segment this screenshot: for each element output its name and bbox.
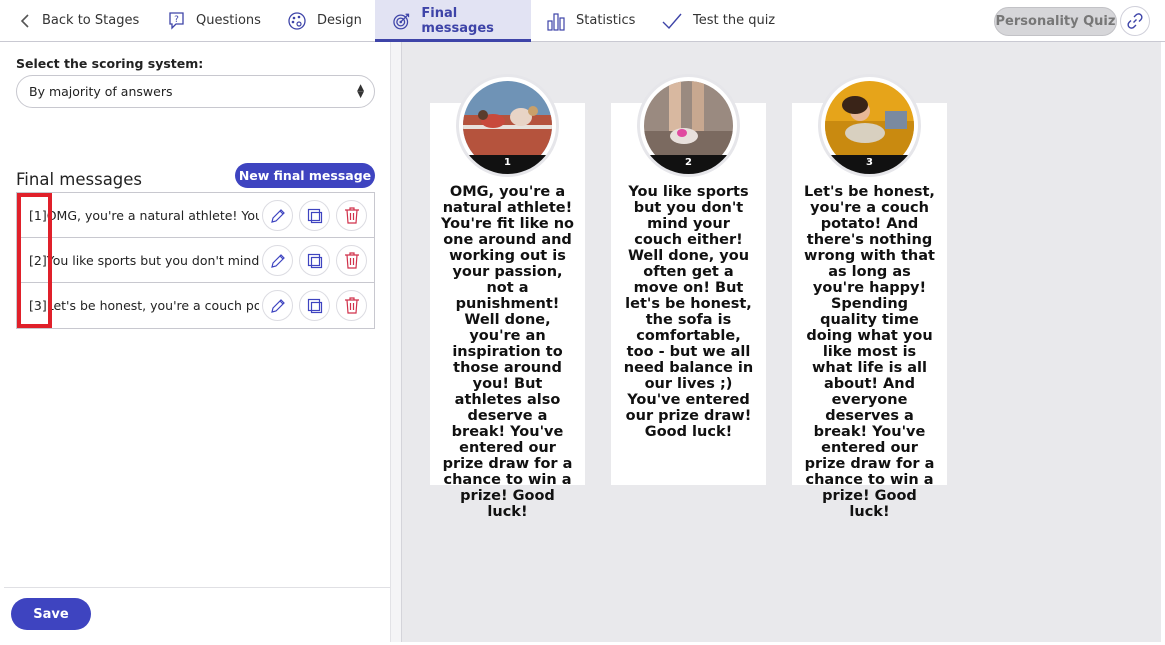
question-bubble-icon: ? (169, 12, 184, 30)
pencil-icon (270, 208, 285, 223)
duplicate-button[interactable] (299, 200, 330, 231)
message-card[interactable]: 1 OMG, you're a natural athlete! You're … (430, 74, 585, 520)
share-link-button[interactable] (1120, 6, 1150, 36)
message-card[interactable]: 2 You like sports but you don't mind you… (611, 74, 766, 485)
final-messages-heading: Final messages (16, 170, 143, 189)
delete-button[interactable] (336, 290, 367, 321)
card-image: 3 (818, 74, 921, 177)
new-final-message-button[interactable]: New final message (235, 163, 375, 188)
card-image: 1 (456, 74, 559, 177)
link-icon (1127, 13, 1143, 29)
tab-final-messages[interactable]: Final messages (375, 0, 531, 42)
quiz-type-badge: Personality Quiz (994, 7, 1117, 36)
select-arrows-icon: ▲ ▼ (357, 83, 364, 100)
copy-icon (307, 208, 322, 223)
card-image: 2 (637, 74, 740, 177)
pencil-icon (270, 253, 285, 268)
back-label: Back to Stages (42, 13, 140, 28)
list-item[interactable]: [3]Let's be honest, you're a couch potat… (17, 283, 374, 328)
tab-final-messages-label: Final messages (421, 5, 494, 36)
duplicate-button[interactable] (299, 245, 330, 276)
tab-statistics[interactable]: Statistics (546, 0, 635, 41)
message-text: You like sports but you don't mind your … (46, 252, 259, 268)
card-message: OMG, you're a natural athlete! You're fi… (440, 184, 574, 520)
copy-icon (307, 253, 322, 268)
card-number: 2 (640, 155, 737, 174)
message-index: [3] (29, 298, 47, 313)
final-messages-preview: 1 OMG, you're a natural athlete! You're … (402, 42, 1161, 642)
checkmark-icon (662, 13, 682, 29)
message-preview: [2]You like sports but you don't mind yo… (17, 253, 259, 268)
trash-icon (344, 297, 359, 314)
copy-icon (307, 298, 322, 313)
edit-button[interactable] (262, 245, 293, 276)
message-preview: [1]OMG, you're a natural athlete! You're… (17, 208, 259, 223)
message-text: Let's be honest, you're a couch potato! (46, 298, 259, 313)
svg-text:?: ? (174, 15, 179, 25)
target-icon (393, 13, 410, 29)
message-index: [2] (29, 252, 47, 268)
final-messages-list: [1]OMG, you're a natural athlete! You're… (16, 192, 375, 329)
chevron-left-icon (20, 13, 29, 28)
message-text: OMG, you're a natural athlete! You're fi… (46, 207, 259, 223)
delete-button[interactable] (336, 245, 367, 276)
bar-chart-icon (547, 12, 565, 31)
right-border (1161, 42, 1165, 642)
tab-questions[interactable]: ? Questions (167, 0, 261, 41)
scoring-system-select[interactable]: By majority of answers ▲ ▼ (16, 75, 375, 108)
tab-statistics-label: Statistics (576, 13, 636, 28)
edit-button[interactable] (262, 290, 293, 321)
card-message: Let's be honest, you're a couch potato! … (804, 184, 935, 520)
tab-design-label: Design (317, 13, 362, 28)
message-preview: [3]Let's be honest, you're a couch potat… (17, 298, 259, 313)
scoring-system-value: By majority of answers (29, 84, 173, 99)
edit-button[interactable] (262, 200, 293, 231)
message-card[interactable]: 3 Let's be honest, you're a couch potato… (792, 74, 947, 520)
tab-test-quiz[interactable]: Test the quiz (661, 0, 775, 41)
tab-questions-label: Questions (196, 13, 261, 28)
trash-icon (344, 207, 359, 224)
back-to-stages-link[interactable]: Back to Stages (20, 0, 139, 41)
scoring-system-label: Select the scoring system: (16, 56, 204, 71)
card-number: 3 (821, 155, 918, 174)
palette-icon (288, 11, 306, 30)
card-message: You like sports but you don't mind your … (623, 184, 754, 440)
tab-test-label: Test the quiz (693, 13, 776, 28)
trash-icon (344, 252, 359, 269)
save-button[interactable]: Save (11, 598, 91, 630)
list-item[interactable]: [1]OMG, you're a natural athlete! You're… (17, 193, 374, 238)
delete-button[interactable] (336, 200, 367, 231)
message-index: [1] (29, 207, 47, 223)
tab-design[interactable]: Design (287, 0, 362, 41)
duplicate-button[interactable] (299, 290, 330, 321)
card-number: 1 (459, 155, 556, 174)
top-navigation: Back to Stages ? Questions Design Final … (0, 0, 1165, 42)
pencil-icon (270, 298, 285, 313)
panel-scrollbar[interactable] (390, 42, 402, 642)
list-item[interactable]: [2]You like sports but you don't mind yo… (17, 238, 374, 283)
